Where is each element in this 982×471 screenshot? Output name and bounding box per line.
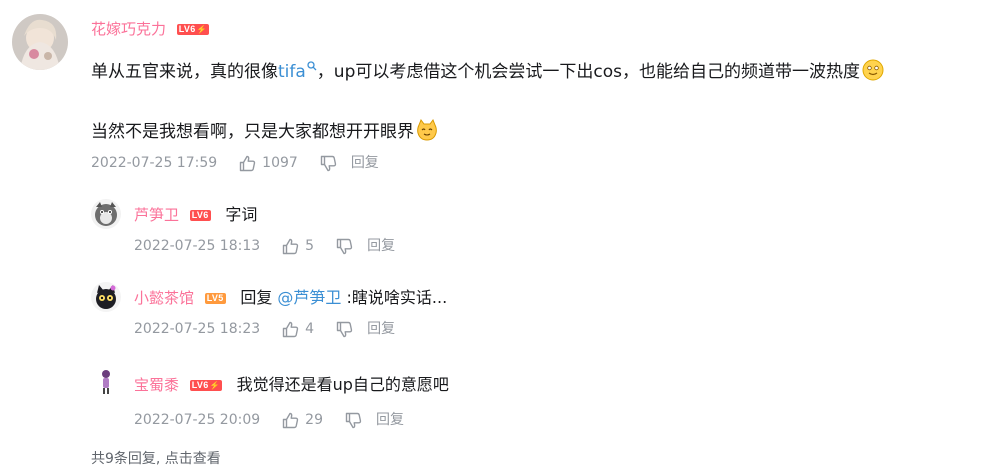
tifa-search-link[interactable]: tifa	[278, 61, 317, 82]
avatar-reply-3[interactable]	[91, 366, 121, 396]
like-button[interactable]: 29	[282, 410, 345, 430]
thumbs-down-icon	[320, 155, 336, 171]
reply-3-header: 宝蜀黍 LV6⚡ 我觉得还是看up自己的意愿吧	[134, 373, 449, 397]
mention-link[interactable]: @芦笋卫	[277, 288, 341, 307]
dislike-button[interactable]	[336, 321, 353, 338]
smile-emoji-icon	[862, 59, 884, 81]
comment-time: 2022-07-25 18:23	[134, 321, 261, 337]
like-count: 1097	[262, 155, 298, 171]
like-count: 29	[305, 412, 323, 428]
main-username-row: 花嫁巧克力 LV6⚡	[91, 19, 209, 39]
thumbs-down-icon	[336, 321, 353, 337]
avatar-main[interactable]	[12, 14, 68, 70]
reply-prefix: 回复	[240, 288, 278, 307]
level-badge: LV5	[204, 293, 226, 304]
comment-text: ，up可以考虑借这个机会尝试一下出cos，也能给自己的频道带一波热度	[316, 62, 860, 82]
thumbs-up-icon	[282, 412, 299, 428]
like-button[interactable]: 4	[282, 319, 336, 339]
comment-time: 2022-07-25 18:13	[134, 238, 261, 254]
reply-1-username[interactable]: 芦笋卫	[134, 206, 179, 224]
reply-button[interactable]: 回复	[376, 410, 404, 430]
comment-time: 2022-07-25 20:09	[134, 412, 261, 428]
dislike-button[interactable]	[336, 238, 353, 255]
like-button[interactable]: 1097	[239, 153, 320, 173]
reply-button[interactable]: 回复	[367, 236, 395, 256]
search-icon	[307, 61, 317, 71]
thumbs-up-icon	[239, 155, 256, 171]
comment-text: 当然不是我想看啊，只是大家都想开开眼界	[91, 122, 414, 142]
thumbs-down-icon	[345, 412, 362, 428]
view-more-replies-link[interactable]: 共9条回复, 点击查看	[91, 448, 221, 468]
comment-text: 单从五官来说，真的很像	[91, 62, 278, 82]
level-badge: LV6⚡	[189, 380, 222, 391]
like-count: 4	[305, 321, 315, 337]
thumbs-up-icon	[282, 238, 299, 254]
reply-2-header: 小懿茶馆 LV5 回复 @芦笋卫 :瞎说啥实话...	[134, 286, 447, 310]
main-username[interactable]: 花嫁巧克力	[91, 20, 166, 38]
main-comment-line2: 当然不是我想看啊，只是大家都想开开眼界	[91, 119, 438, 144]
reply-2-username[interactable]: 小懿茶馆	[134, 289, 194, 307]
reply-button[interactable]: 回复	[367, 319, 395, 339]
level-badge: LV6⚡	[176, 24, 209, 35]
reply-3-text: 我觉得还是看up自己的意愿吧	[236, 375, 449, 394]
reply-3-meta: 2022-07-25 20:09 29 回复	[134, 410, 404, 430]
reply-2-text: 回复 @芦笋卫 :瞎说啥实话...	[240, 288, 447, 307]
reply-1-text: 字词	[225, 205, 258, 224]
reply-3-username[interactable]: 宝蜀黍	[134, 376, 179, 394]
dislike-button[interactable]	[345, 412, 362, 429]
main-comment-line1: 单从五官来说，真的很像tifa ，up可以考虑借这个机会尝试一下出cos，也能给自…	[91, 59, 884, 84]
avatar-reply-2[interactable]	[91, 282, 121, 312]
like-count: 5	[305, 238, 315, 254]
level-badge: LV6	[189, 210, 211, 221]
cat-emoji-icon	[417, 119, 437, 141]
reply-1-meta: 2022-07-25 18:13 5 回复	[134, 236, 395, 256]
dislike-button[interactable]	[320, 155, 337, 172]
reply-2-meta: 2022-07-25 18:23 4 回复	[134, 319, 395, 339]
comment-text: :瞎说啥实话...	[341, 288, 448, 307]
comment-time: 2022-07-25 17:59	[91, 155, 218, 171]
reply-button[interactable]: 回复	[351, 153, 379, 173]
like-button[interactable]: 5	[282, 236, 336, 256]
main-comment-meta: 2022-07-25 17:59 1097 回复	[91, 153, 379, 173]
thumbs-down-icon	[336, 238, 353, 254]
thumbs-up-icon	[282, 321, 299, 337]
avatar-reply-1[interactable]	[91, 199, 121, 229]
reply-1-header: 芦笋卫 LV6 字词	[134, 203, 257, 227]
